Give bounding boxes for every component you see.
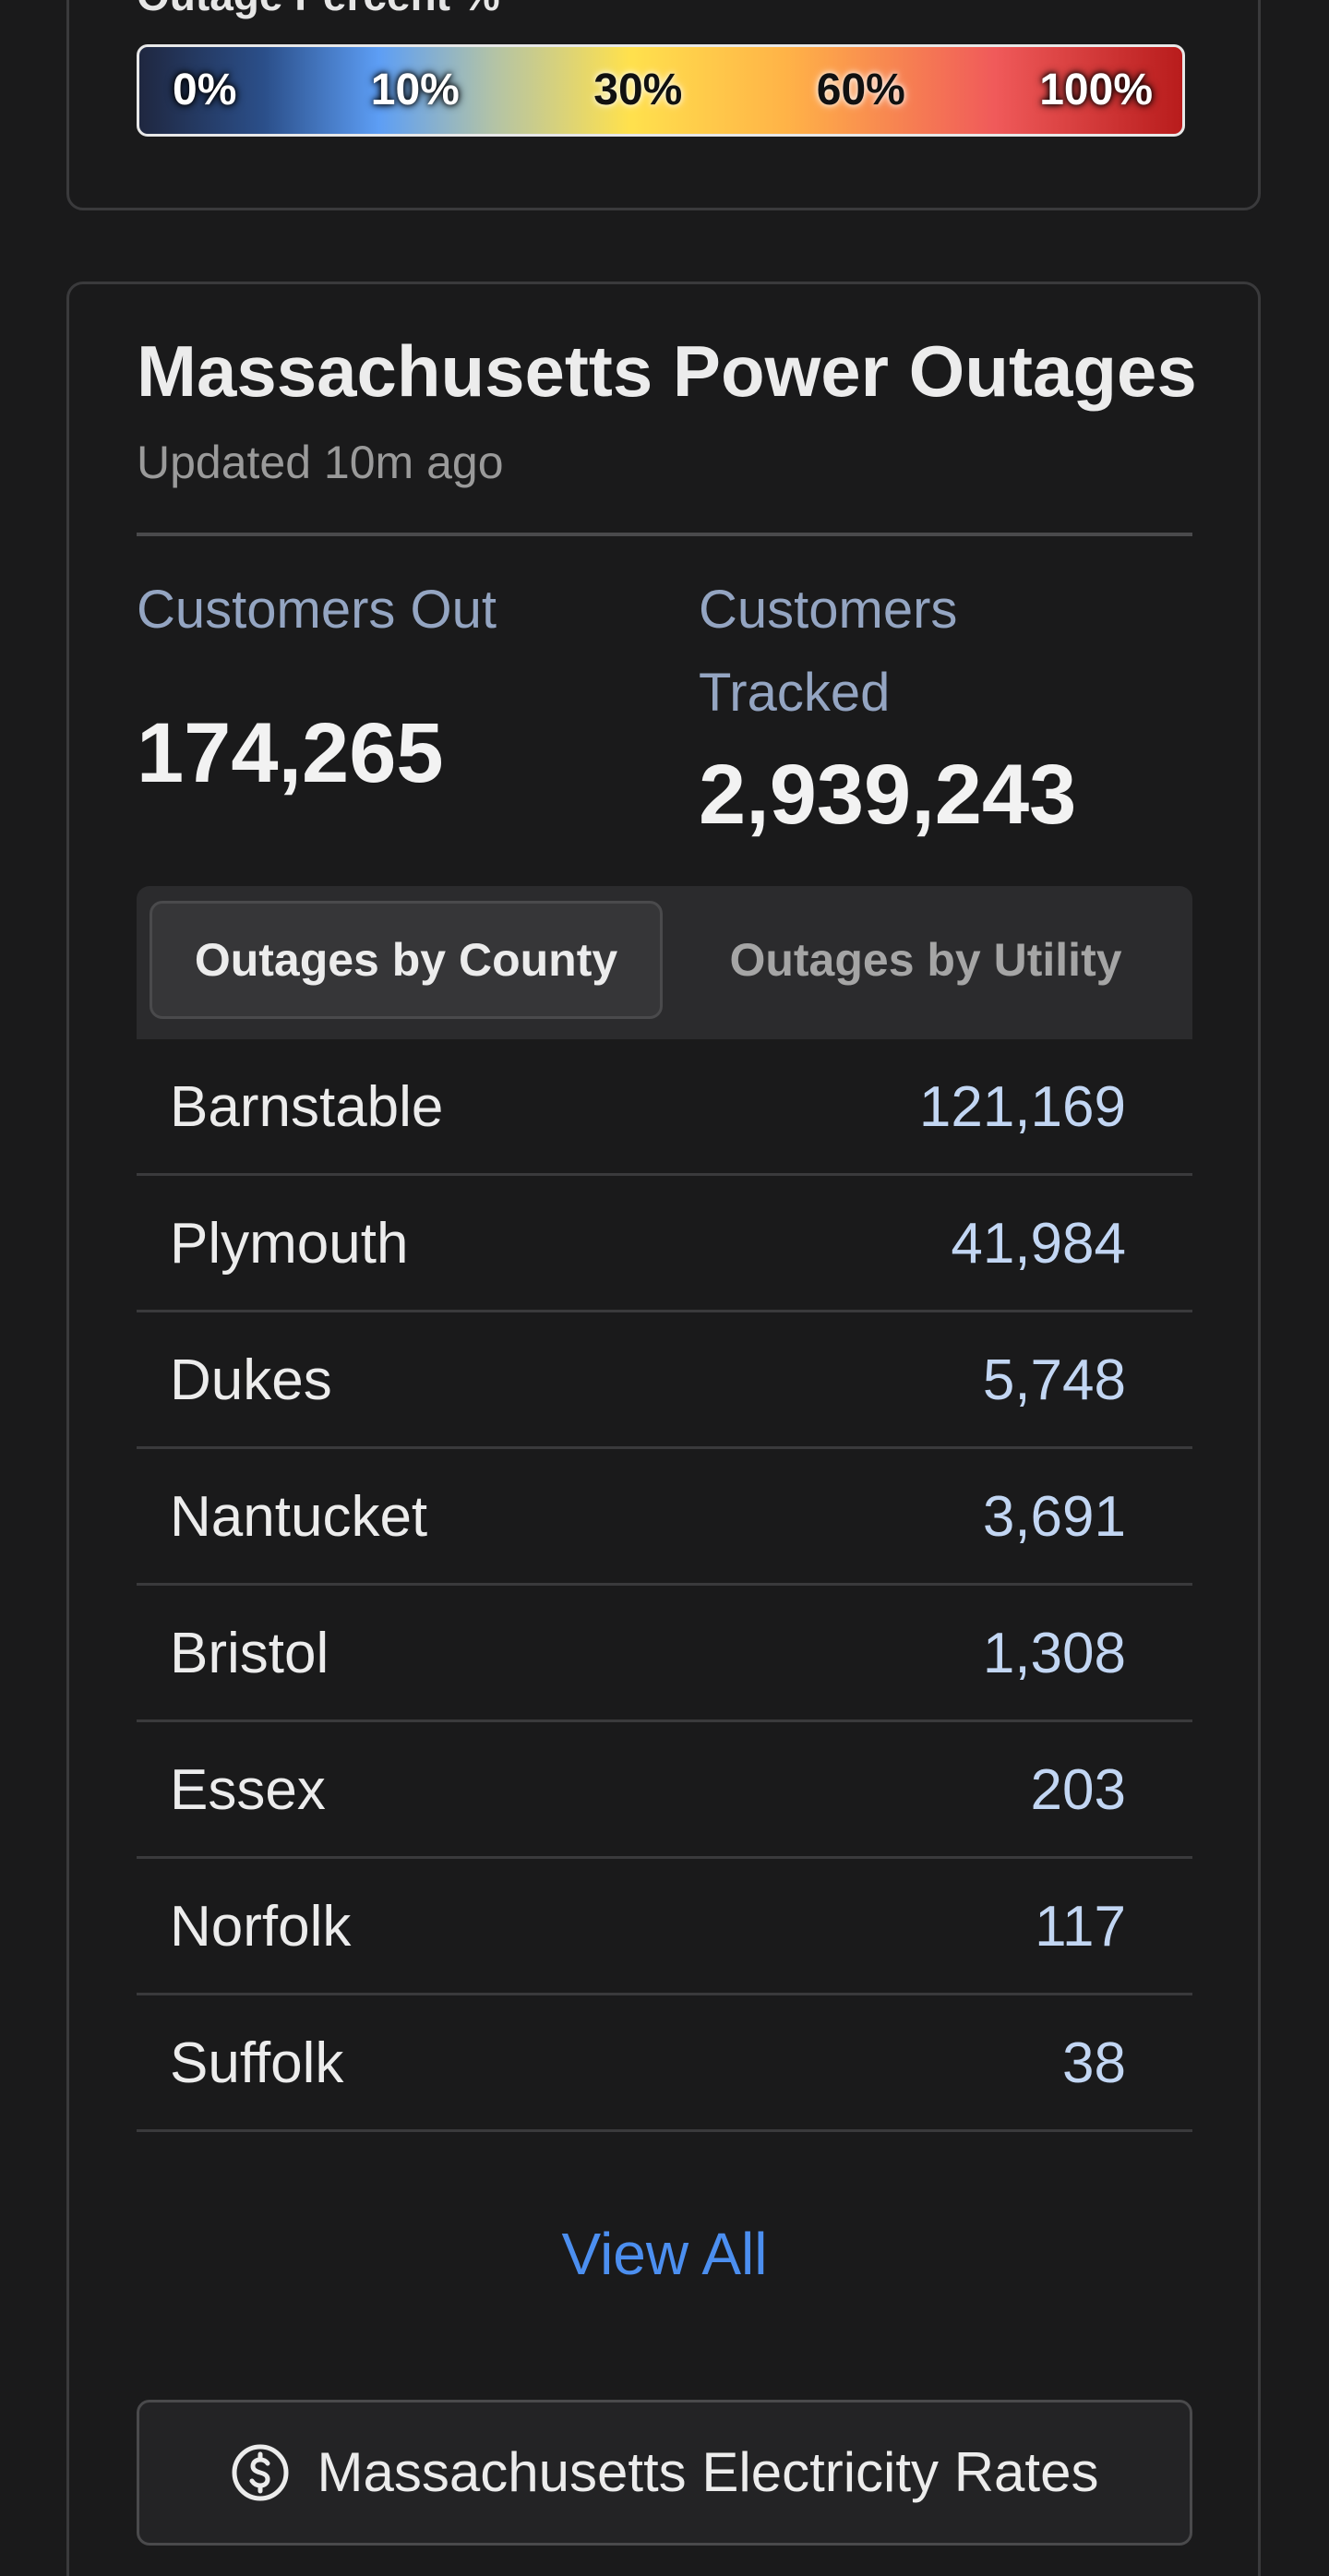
customers-out-value: 174,265: [137, 706, 444, 800]
county-outage-count: 1,308: [982, 1622, 1126, 1685]
electricity-rates-label: Massachusetts Electricity Rates: [317, 2441, 1099, 2503]
customers-out-label: Customers Out: [137, 580, 497, 640]
county-outage-count: 5,748: [982, 1348, 1126, 1412]
county-outage-count: 41,984: [951, 1212, 1126, 1276]
county-name: Nantucket: [170, 1485, 428, 1549]
county-outage-count: 121,169: [918, 1075, 1126, 1139]
dollar-circle-icon: [231, 2443, 290, 2502]
view-all-link[interactable]: View All: [137, 2224, 1192, 2283]
county-name: Essex: [170, 1758, 326, 1822]
county-name: Barnstable: [170, 1075, 444, 1139]
county-outage-count: 38: [1062, 2031, 1126, 2095]
page-title: Massachusetts Power Outages: [137, 330, 1197, 412]
legend-label-100: 100%: [1039, 66, 1153, 114]
updated-timestamp: Updated 10m ago: [137, 437, 504, 488]
outage-tabs: Outages by County Outages by Utility: [137, 886, 1192, 1039]
county-outage-count: 117: [1035, 1895, 1126, 1959]
legend-label-30: 30%: [593, 66, 683, 114]
table-row[interactable]: Dukes 5,748: [137, 1312, 1192, 1449]
page: Outage Percent % 0% 10% 30% 60% 100% Mas…: [0, 0, 1329, 2576]
divider: [137, 533, 1192, 536]
legend-title: Outage Percent %: [137, 0, 500, 17]
tab-outages-by-utility[interactable]: Outages by Utility: [672, 901, 1179, 1019]
table-row[interactable]: Barnstable 121,169: [137, 1039, 1192, 1176]
customers-tracked-value: 2,939,243: [699, 748, 1077, 842]
legend-label-10: 10%: [370, 66, 460, 114]
table-row[interactable]: Norfolk 117: [137, 1859, 1192, 1995]
table-row[interactable]: Essex 203: [137, 1722, 1192, 1859]
legend-label-60: 60%: [816, 66, 905, 114]
tab-outages-by-county[interactable]: Outages by County: [150, 901, 663, 1019]
county-name: Norfolk: [170, 1895, 352, 1959]
electricity-rates-button[interactable]: Massachusetts Electricity Rates: [137, 2400, 1192, 2546]
county-outage-table: Barnstable 121,169 Plymouth 41,984 Dukes…: [137, 1039, 1192, 2132]
outage-percent-color-scale: 0% 10% 30% 60% 100%: [137, 44, 1185, 137]
county-outage-count: 203: [1030, 1758, 1126, 1822]
customers-tracked-label: Customers Tracked: [699, 580, 958, 723]
county-name: Suffolk: [170, 2031, 344, 2095]
county-name: Bristol: [170, 1622, 329, 1685]
table-row[interactable]: Nantucket 3,691: [137, 1449, 1192, 1586]
county-name: Dukes: [170, 1348, 332, 1412]
table-row[interactable]: Suffolk 38: [137, 1995, 1192, 2132]
county-outage-count: 3,691: [982, 1485, 1126, 1549]
table-row[interactable]: Bristol 1,308: [137, 1586, 1192, 1722]
table-row[interactable]: Plymouth 41,984: [137, 1176, 1192, 1312]
legend-label-0: 0%: [173, 66, 237, 114]
county-name: Plymouth: [170, 1212, 409, 1276]
